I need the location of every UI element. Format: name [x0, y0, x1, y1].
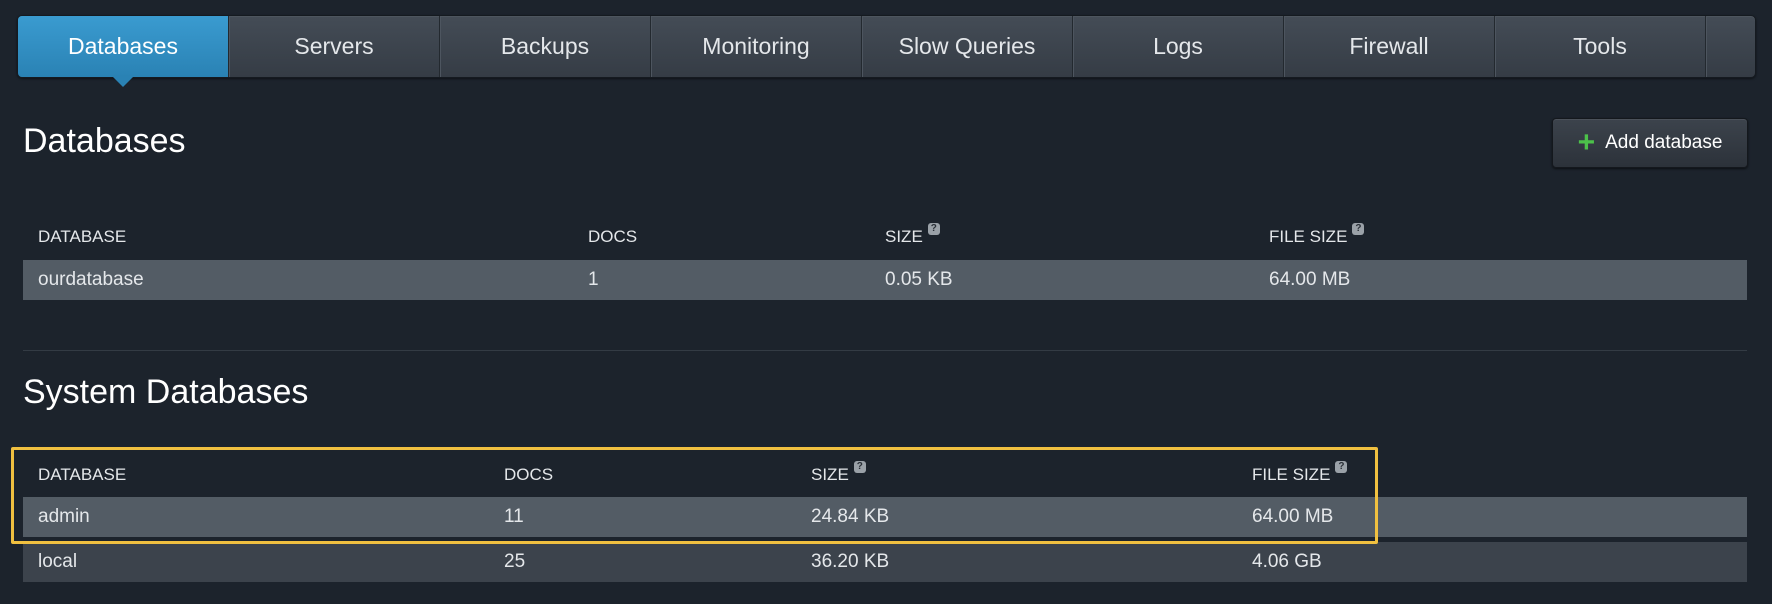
cell-docs: 25 [504, 551, 526, 572]
help-icon[interactable]: ? [1352, 223, 1365, 235]
tab-backups[interactable]: Backups [440, 16, 651, 77]
section-divider [23, 350, 1747, 351]
col-docs: DOCS [588, 227, 638, 246]
col-size: SIZE ? [811, 460, 866, 490]
cell-size: 0.05 KB [885, 269, 953, 290]
cell-file-size: 64.00 MB [1252, 506, 1334, 527]
tab-monitoring[interactable]: Monitoring [651, 16, 862, 77]
tab-databases[interactable]: Databases [18, 16, 229, 87]
col-file-size: FILE SIZE ? [1269, 222, 1365, 252]
table-row[interactable]: admin 11 24.84 KB 64.00 MB [23, 497, 1747, 537]
tab-firewall[interactable]: Firewall [1284, 16, 1495, 77]
cell-file-size: 64.00 MB [1269, 269, 1351, 290]
col-size-label: SIZE [811, 465, 849, 484]
table-row[interactable]: ourdatabase 1 0.05 KB 64.00 MB [23, 260, 1747, 300]
tab-tools[interactable]: Tools [1495, 16, 1706, 77]
col-database: DATABASE [38, 465, 127, 484]
cell-file-size: 4.06 GB [1252, 551, 1322, 572]
cell-docs: 11 [504, 506, 524, 527]
cell-docs: 1 [588, 269, 599, 290]
tab-slow-queries[interactable]: Slow Queries [862, 16, 1073, 77]
col-file-size-label: FILE SIZE [1252, 465, 1331, 484]
plus-icon: + [1577, 126, 1596, 159]
tab-logs[interactable]: Logs [1073, 16, 1284, 77]
cell-database-name[interactable]: local [38, 542, 77, 582]
help-icon[interactable]: ? [853, 461, 866, 473]
tab-servers[interactable]: Servers [229, 16, 440, 77]
table-row[interactable]: local 25 36.20 KB 4.06 GB [23, 542, 1747, 582]
system-databases-heading: System Databases [23, 373, 309, 411]
add-database-button[interactable]: + Add database [1552, 118, 1748, 168]
help-icon[interactable]: ? [1335, 461, 1348, 473]
help-icon[interactable]: ? [927, 223, 940, 235]
cell-size: 36.20 KB [811, 551, 890, 572]
system-table-header: DATABASE DOCS SIZE ? FILE SIZE ? [23, 460, 1747, 490]
cell-database-name[interactable]: ourdatabase [38, 260, 144, 300]
cell-size: 24.84 KB [811, 506, 890, 527]
col-file-size: FILE SIZE ? [1252, 460, 1348, 490]
col-size-label: SIZE [885, 227, 923, 246]
tab-bar-filler [1706, 16, 1755, 77]
add-database-label: Add database [1605, 132, 1723, 153]
col-file-size-label: FILE SIZE [1269, 227, 1348, 246]
col-size: SIZE ? [885, 222, 940, 252]
cell-database-name[interactable]: admin [38, 497, 90, 537]
databases-table-header: DATABASE DOCS SIZE ? FILE SIZE ? [23, 222, 1747, 252]
databases-heading: Databases [23, 122, 186, 160]
main-nav-tabs: Databases Servers Backups Monitoring Slo… [17, 15, 1756, 87]
col-database: DATABASE [38, 227, 127, 246]
col-docs: DOCS [504, 465, 554, 484]
